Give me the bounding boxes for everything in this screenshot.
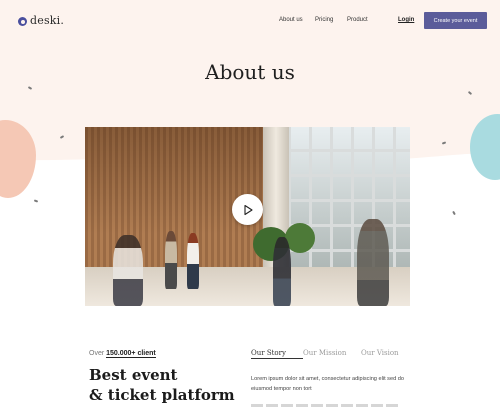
brand-logo[interactable]: deski. — [18, 14, 64, 27]
login-link[interactable]: Login — [398, 17, 414, 23]
nav-link-product[interactable]: Product — [347, 17, 377, 23]
section-headline: Best event & ticket platform — [89, 365, 235, 405]
main-nav: About us Pricing Product — [279, 17, 377, 23]
paragraph-continuation — [251, 404, 401, 407]
create-event-button[interactable]: Create your event — [424, 12, 487, 29]
client-count: Over 150.000+ client — [89, 350, 156, 358]
client-count-value: 150.000+ client — [106, 350, 156, 358]
tab-our-vision[interactable]: Our Vision — [361, 349, 399, 359]
video-player[interactable] — [85, 127, 410, 306]
video-thumbnail-person — [165, 231, 177, 289]
headline-line-1: Best event — [89, 366, 178, 384]
video-thumbnail-person — [273, 237, 291, 306]
brand-name: deski. — [30, 14, 65, 27]
about-tabs: Our Story Our Mission Our Vision — [251, 349, 399, 359]
nav-link-about[interactable]: About us — [279, 17, 315, 23]
nav-link-pricing[interactable]: Pricing — [315, 17, 347, 23]
decorative-speck — [452, 210, 456, 216]
video-thumbnail-person — [187, 233, 199, 289]
decorative-speck — [33, 199, 39, 203]
story-paragraph: Lorem ipsum dolor sit amet, consectetur … — [251, 376, 404, 392]
video-thumbnail-person — [357, 219, 389, 306]
tab-our-story[interactable]: Our Story — [251, 349, 303, 359]
play-icon — [243, 204, 253, 215]
logo-icon — [18, 17, 27, 26]
page-title: About us — [205, 60, 295, 84]
play-button[interactable] — [232, 194, 263, 225]
client-count-prefix: Over — [89, 350, 105, 357]
site-header: deski. About us Pricing Product Login Cr… — [0, 0, 500, 42]
tab-our-mission[interactable]: Our Mission — [303, 349, 361, 359]
video-thumbnail-person — [113, 235, 143, 306]
headline-line-2: & ticket platform — [89, 386, 235, 404]
